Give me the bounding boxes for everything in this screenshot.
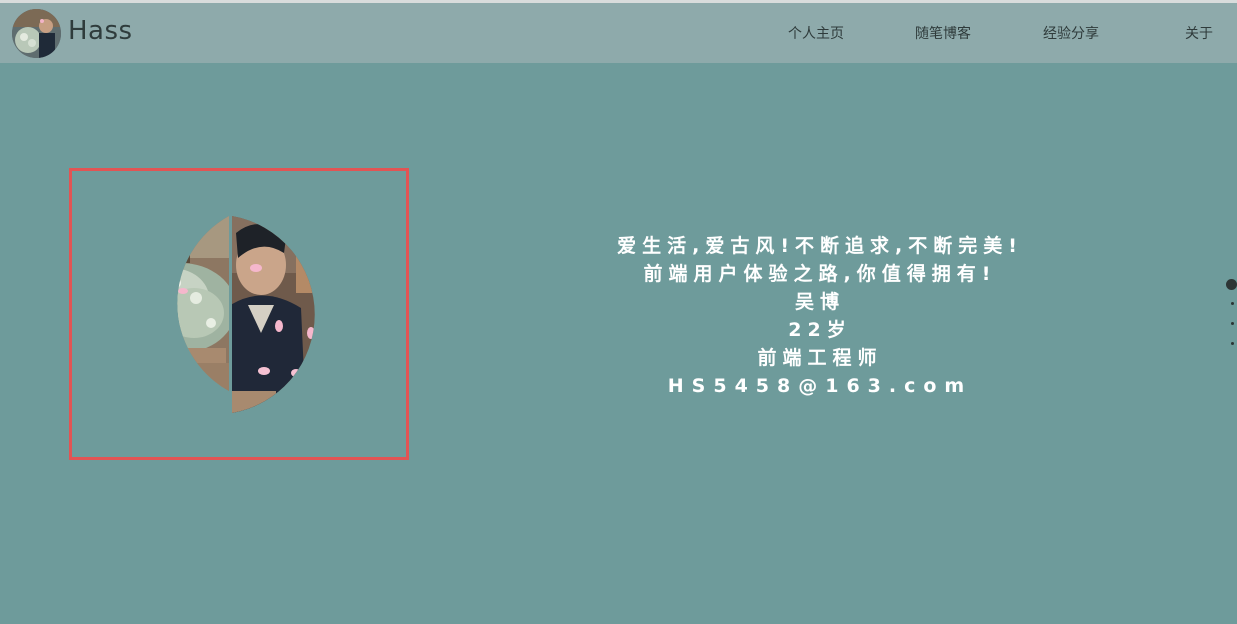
brand-title[interactable]: Hass	[68, 16, 133, 46]
logo-avatar-image	[12, 9, 61, 58]
profile-email[interactable]: HS5458@163.com	[560, 372, 1080, 400]
profile-name: 吴博	[794, 291, 845, 313]
profile-title: 前端工程师	[757, 347, 883, 369]
nav-home[interactable]: 个人主页	[788, 23, 844, 43]
nav-blog[interactable]: 随笔博客	[915, 23, 971, 43]
motto-line-2: 前端用户体验之路,你值得拥有!	[643, 263, 997, 285]
profile-intro: 爱生活,爱古风!不断追求,不断完美! 前端用户体验之路,你值得拥有! 吴博 22…	[560, 232, 1080, 400]
slide-dot[interactable]	[1231, 322, 1234, 325]
slide-dot[interactable]	[1231, 342, 1234, 345]
profile-age: 22岁	[788, 319, 852, 341]
nav-about[interactable]: 关于	[1185, 23, 1213, 43]
profile-photo-image	[177, 216, 315, 413]
logo-avatar[interactable]	[12, 9, 61, 58]
nav-experience[interactable]: 经验分享	[1043, 23, 1099, 43]
slide-dot[interactable]	[1231, 302, 1234, 305]
navbar: Hass 个人主页 随笔博客 经验分享 关于	[0, 3, 1237, 63]
slide-dot-active[interactable]	[1226, 279, 1237, 290]
motto-line-1: 爱生活,爱古风!不断追求,不断完美!	[617, 235, 1023, 257]
